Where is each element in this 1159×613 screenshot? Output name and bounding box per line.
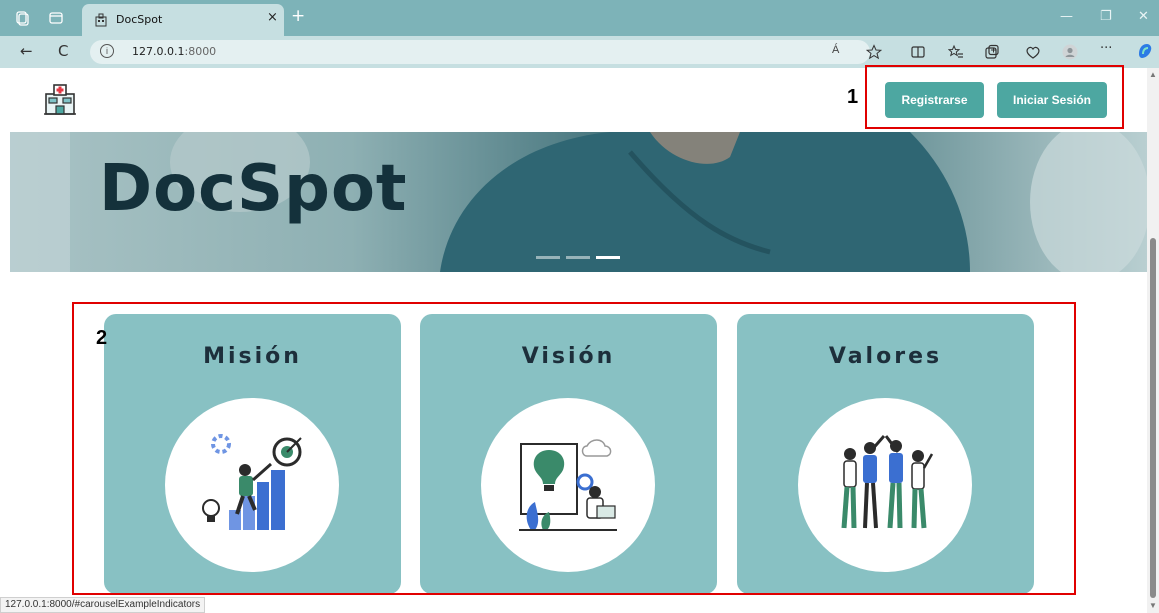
hero-title: DocSpot	[99, 152, 408, 226]
tab-bar: DocSpot × + — ❐ ✕	[0, 0, 1159, 36]
scroll-thumb[interactable]	[1150, 238, 1156, 598]
scroll-down-arrow-icon[interactable]: ▼	[1149, 601, 1157, 610]
browser-window: DocSpot × + — ❐ ✕ ← C i 127.0.0.1:8000 A…	[0, 0, 1159, 613]
carousel-indicator-1[interactable]	[536, 256, 560, 259]
site-info-icon[interactable]: i	[100, 44, 114, 58]
workspaces-icon[interactable]	[14, 10, 30, 26]
copilot-icon[interactable]	[1136, 42, 1154, 60]
tab-actions-icon[interactable]	[48, 10, 64, 26]
url-text: 127.0.0.1:8000	[132, 45, 217, 58]
hero-carousel[interactable]: DocSpot	[10, 132, 1147, 272]
back-icon[interactable]: ←	[20, 42, 33, 60]
annotation-box-2	[72, 302, 1076, 595]
favorites-icon[interactable]	[948, 44, 964, 60]
more-options-icon[interactable]: ···	[1100, 41, 1112, 56]
window-close-icon[interactable]: ✕	[1138, 9, 1149, 24]
tab-title: DocSpot	[116, 13, 163, 26]
carousel-indicator-2[interactable]	[566, 256, 590, 259]
annotation-label-1: 1	[847, 86, 859, 108]
scroll-up-arrow-icon[interactable]: ▲	[1149, 70, 1157, 79]
minimize-icon[interactable]: —	[1060, 9, 1073, 24]
carousel-indicator-3[interactable]	[596, 256, 620, 259]
split-screen-icon[interactable]	[910, 44, 926, 60]
maximize-icon[interactable]: ❐	[1100, 9, 1112, 24]
url-field[interactable]: i 127.0.0.1:8000 Á	[90, 40, 870, 64]
carousel-indicators	[536, 246, 626, 264]
read-aloud-icon[interactable]: Á	[832, 44, 839, 56]
browser-essentials-icon[interactable]	[1025, 44, 1041, 60]
annotation-box-1	[865, 65, 1124, 129]
refresh-icon[interactable]: C	[58, 42, 68, 60]
address-bar: ← C i 127.0.0.1:8000 Á ···	[0, 36, 1159, 68]
collections-icon[interactable]	[984, 44, 1000, 60]
page-scrollbar[interactable]: ▲ ▼	[1147, 68, 1159, 613]
new-tab-icon[interactable]: +	[291, 6, 305, 26]
annotation-label-2: 2	[96, 327, 108, 349]
tab-close-icon[interactable]: ×	[267, 10, 278, 25]
status-url-bar: 127.0.0.1:8000/#carouselExampleIndicator…	[0, 597, 206, 613]
hospital-favicon-icon	[95, 13, 107, 27]
profile-avatar-icon[interactable]	[1062, 44, 1078, 60]
hospital-logo-icon[interactable]	[42, 82, 78, 118]
tab-docspot[interactable]: DocSpot ×	[82, 4, 284, 36]
favorite-star-icon[interactable]	[866, 44, 882, 60]
